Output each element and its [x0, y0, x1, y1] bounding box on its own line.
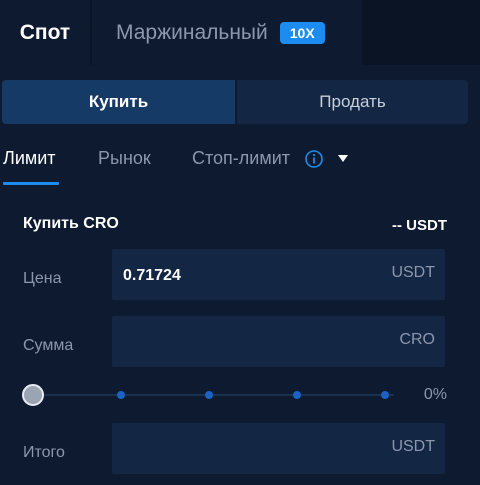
info-circle-icon[interactable] [305, 150, 323, 168]
slider-step-25[interactable] [117, 391, 125, 399]
buy-title: Купить CRO [23, 215, 119, 232]
buy-button[interactable]: Купить [2, 80, 235, 124]
total-unit: USDT [391, 438, 435, 455]
order-type-tabs: Лимит Рынок Стоп-лимит [0, 140, 480, 186]
buy-sell-switch: Купить Продать [0, 80, 468, 124]
slider-percent: 0% [423, 386, 447, 403]
amount-input[interactable]: CRO [112, 316, 445, 367]
sell-button[interactable]: Продать [237, 80, 468, 124]
price-label: Цена [23, 270, 62, 287]
total-label: Итого [23, 444, 65, 461]
slider-step-50[interactable] [205, 391, 213, 399]
leverage-badge: 10X [279, 21, 325, 44]
slider-handle[interactable] [22, 384, 44, 406]
price-unit: USDT [391, 264, 435, 281]
slider-track [34, 394, 394, 396]
amount-unit: CRO [399, 331, 435, 348]
slider-step-75[interactable] [293, 391, 301, 399]
tab-spot[interactable]: Спот [0, 0, 90, 65]
price-input[interactable]: 0.71724 USDT [112, 249, 445, 300]
total-input[interactable]: USDT [112, 423, 445, 474]
available-balance: -- USDT [392, 217, 447, 234]
tab-market[interactable]: Рынок [98, 148, 151, 169]
amount-label: Сумма [23, 337, 74, 354]
tab-stop-limit[interactable]: Стоп-лимит [192, 148, 290, 169]
active-tab-underline [3, 182, 59, 185]
price-value: 0.71724 [123, 267, 181, 284]
tab-margin-label: Маржинальный [116, 20, 268, 44]
tab-limit[interactable]: Лимит [3, 148, 56, 169]
amount-percent-slider[interactable] [22, 384, 402, 406]
trade-mode-tabs: Спот Маржинальный 10X [0, 0, 480, 65]
tab-margin[interactable]: Маржинальный 10X [92, 0, 362, 65]
caret-down-icon[interactable] [337, 154, 349, 164]
slider-step-100[interactable] [381, 391, 389, 399]
